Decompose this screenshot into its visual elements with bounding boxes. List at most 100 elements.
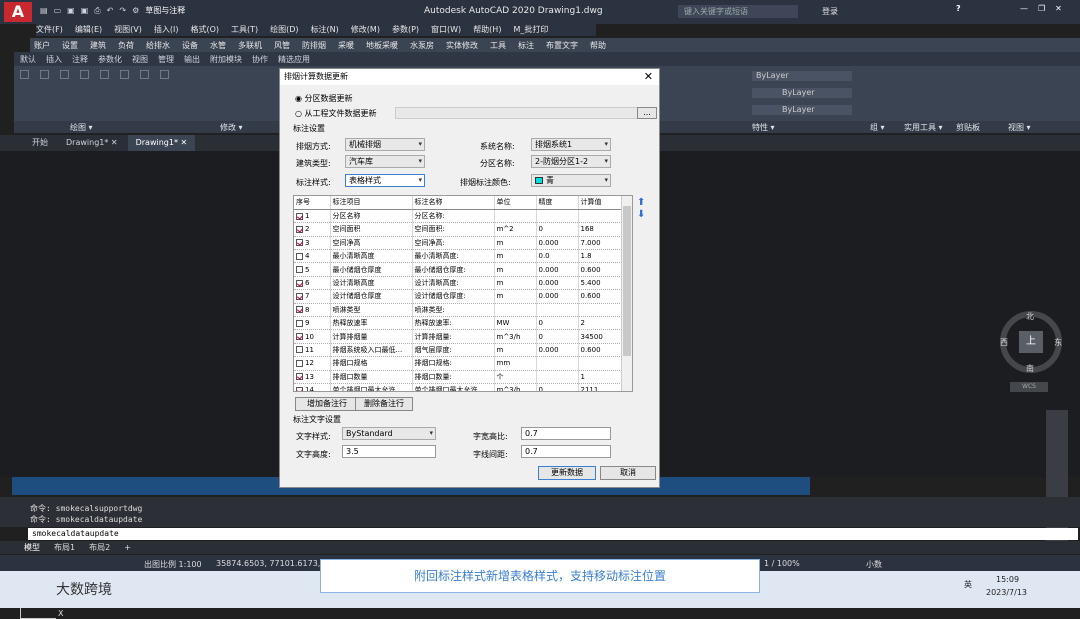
plugin-menu-item-11[interactable]: 地板采暖 <box>366 40 398 51</box>
cell-prec[interactable] <box>536 370 579 384</box>
modify-panel-label[interactable]: 修改 ▾ <box>220 122 243 133</box>
tab-start[interactable]: 开始 <box>24 135 56 151</box>
group-panel-label[interactable]: 组 ▾ <box>870 122 885 133</box>
cell-name[interactable]: 最小储烟仓厚度: <box>412 262 495 277</box>
cell-prec[interactable]: 0.000 <box>536 276 579 291</box>
view-panel-label[interactable]: 视图 ▾ <box>1008 122 1031 133</box>
cell-val[interactable] <box>578 303 625 318</box>
save-as-icon[interactable]: ▣ <box>81 6 89 15</box>
save-icon[interactable]: ▣ <box>67 6 75 15</box>
cell-unit[interactable]: mm <box>494 356 537 371</box>
column-header[interactable]: 序号 <box>294 196 331 210</box>
row-checkbox[interactable] <box>296 346 303 354</box>
ribbon-tab-3[interactable]: 参数化 <box>98 54 122 65</box>
plugin-menu-item-1[interactable]: 设置 <box>62 40 78 51</box>
workspace-select[interactable]: 草图与注释 <box>145 5 185 16</box>
cell-item[interactable]: 最小储烟仓厚度 <box>330 262 413 277</box>
move-down-icon[interactable]: ⬇ <box>637 209 645 220</box>
row-checkbox-cell[interactable]: 8 <box>294 303 331 318</box>
ribbon-tab-7[interactable]: 附加模块 <box>210 54 242 65</box>
utilities-panel-label[interactable]: 实用工具 ▾ <box>904 122 943 133</box>
row-checkbox-cell[interactable]: 11 <box>294 343 331 358</box>
color-select[interactable]: ByLayer <box>752 71 852 81</box>
copy-tool-icon[interactable] <box>160 70 169 79</box>
cell-item[interactable]: 排烟口数量 <box>330 370 413 384</box>
cell-prec[interactable]: 0.000 <box>536 289 579 304</box>
menu-item-0[interactable]: 文件(F) <box>36 24 63 35</box>
cell-val[interactable]: 168 <box>578 222 625 237</box>
ribbon-tab-6[interactable]: 输出 <box>184 54 200 65</box>
cell-item[interactable]: 设计清晰高度 <box>330 276 413 291</box>
cell-prec[interactable]: 0 <box>536 222 579 237</box>
building-type-select[interactable]: 汽车库 ▾ <box>345 155 425 168</box>
cell-prec[interactable]: 0.000 <box>536 236 579 251</box>
plugin-menu-item-5[interactable]: 设备 <box>182 40 198 51</box>
row-checkbox-cell[interactable]: 3 <box>294 236 331 251</box>
text-style-select[interactable]: ByStandard ▾ <box>342 427 436 440</box>
cell-val[interactable]: 2 <box>578 316 625 331</box>
menu-item-9[interactable]: 参数(P) <box>392 24 419 35</box>
row-checkbox[interactable] <box>296 279 303 287</box>
tab-drawing1-a[interactable]: Drawing1* ✕ <box>58 135 126 151</box>
undo-icon[interactable]: ↶ <box>107 6 114 15</box>
help-icon[interactable]: ? <box>956 4 961 13</box>
cell-val[interactable]: 1 <box>578 370 625 384</box>
cell-prec[interactable]: 0 <box>536 316 579 331</box>
cell-val[interactable]: 0.600 <box>578 262 625 277</box>
annotation-items-table[interactable]: 序号 标注项目 标注名称 单位 精度 计算值 1 分区名称 分区名称: 2 空间面积 空间面积: m^2… <box>293 195 633 392</box>
table-row[interactable]: 3 空间净高 空间净高: m 0.000 7.000 <box>294 236 625 251</box>
row-checkbox-cell[interactable]: 1 <box>294 209 331 224</box>
tray-language[interactable]: 英 <box>964 579 972 590</box>
cell-val[interactable] <box>578 356 625 371</box>
column-header[interactable]: 标注项目 <box>330 196 413 210</box>
linetype-select[interactable]: ByLayer <box>752 88 852 98</box>
width-ratio-input[interactable]: 0.7 <box>521 427 611 440</box>
cell-unit[interactable]: m <box>494 236 537 251</box>
cell-prec[interactable] <box>536 356 579 371</box>
column-header[interactable]: 单位 <box>494 196 537 210</box>
cell-unit[interactable]: m <box>494 249 537 264</box>
row-checkbox[interactable] <box>296 306 303 314</box>
table-scrollbar[interactable] <box>621 196 632 391</box>
cell-item[interactable]: 喷淋类型 <box>330 303 413 318</box>
move-tool-icon[interactable] <box>100 70 109 79</box>
row-checkbox-cell[interactable]: 14 <box>294 383 331 391</box>
menu-item-6[interactable]: 绘图(D) <box>270 24 298 35</box>
cell-unit[interactable]: m <box>494 262 537 277</box>
line-tool-icon[interactable] <box>20 70 29 79</box>
ribbon-tab-8[interactable]: 协作 <box>252 54 268 65</box>
text-height-input[interactable]: 3.5 <box>342 445 436 458</box>
cell-name[interactable]: 计算排烟量: <box>412 329 495 344</box>
login-button[interactable]: 登录 <box>822 6 838 17</box>
scrollbar-thumb[interactable] <box>623 206 631 356</box>
cell-unit[interactable]: m <box>494 276 537 291</box>
circle-tool-icon[interactable] <box>60 70 69 79</box>
cancel-button[interactable]: 取消 <box>600 466 656 480</box>
rotate-tool-icon[interactable] <box>120 70 129 79</box>
cell-prec[interactable]: 0.000 <box>536 343 579 358</box>
row-checkbox[interactable] <box>296 319 303 327</box>
plugin-menu-item-3[interactable]: 负荷 <box>118 40 134 51</box>
menu-item-7[interactable]: 标注(N) <box>311 24 339 35</box>
plugin-menu-item-7[interactable]: 多联机 <box>238 40 262 51</box>
cell-unit[interactable]: m^3/h <box>494 383 537 391</box>
cell-unit[interactable]: m^3/h <box>494 329 537 344</box>
annotation-color-select[interactable]: 青 ▾ <box>531 174 611 187</box>
table-row[interactable]: 5 最小储烟仓厚度 最小储烟仓厚度: m 0.000 0.600 <box>294 262 625 277</box>
browse-button[interactable]: ... <box>637 107 657 119</box>
tab-layout2[interactable]: 布局2 <box>89 542 110 553</box>
tab-model[interactable]: 模型 <box>24 542 40 553</box>
menu-item-4[interactable]: 格式(O) <box>190 24 219 35</box>
row-checkbox-cell[interactable]: 13 <box>294 370 331 384</box>
table-row[interactable]: 8 喷淋类型 喷淋类型: <box>294 303 625 318</box>
arc-tool-icon[interactable] <box>80 70 89 79</box>
print-icon[interactable]: ⎙ <box>94 6 100 16</box>
command-input[interactable]: smokecaldataupdate <box>28 528 1078 540</box>
plugin-menu-item-9[interactable]: 防排烟 <box>302 40 326 51</box>
trim-tool-icon[interactable] <box>140 70 149 79</box>
autocad-logo[interactable]: A <box>4 2 32 22</box>
cell-name[interactable]: 空间净高: <box>412 236 495 251</box>
cell-unit[interactable]: 个 <box>494 370 537 384</box>
add-layout-button[interactable]: + <box>124 543 131 552</box>
restore-icon[interactable]: ❐ <box>1038 4 1045 13</box>
